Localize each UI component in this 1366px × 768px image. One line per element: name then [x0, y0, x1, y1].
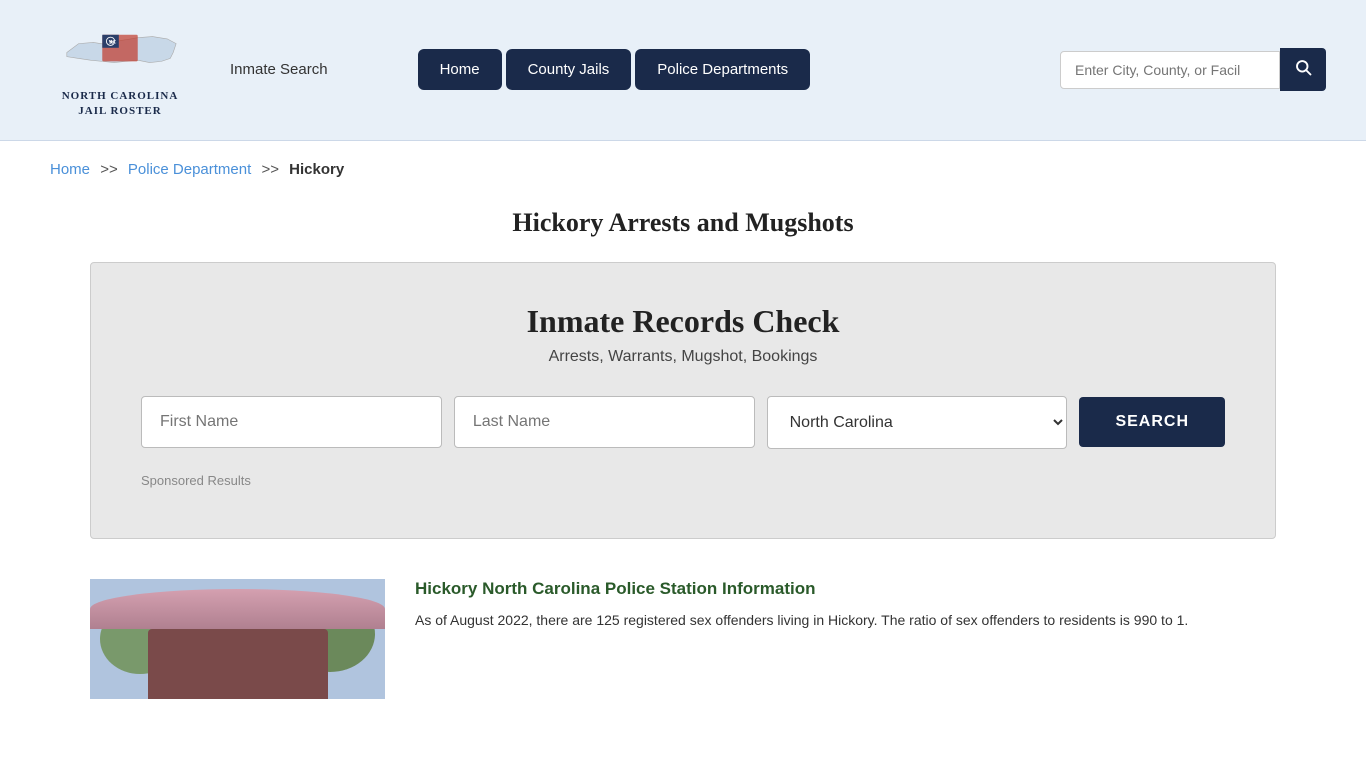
article-section: Hickory North Carolina Police Station In… — [0, 569, 1366, 729]
header-search-button[interactable] — [1280, 48, 1326, 91]
state-select[interactable]: North Carolina Alabama Alaska Arizona Ar… — [767, 396, 1068, 449]
inmate-search-link[interactable]: Inmate Search — [230, 61, 328, 78]
records-search-button[interactable]: SEARCH — [1079, 397, 1225, 447]
logo-title: NORTH CAROLINA JAIL ROSTER — [62, 89, 179, 120]
header-search-area — [1060, 48, 1326, 91]
site-header: NC NORTH CAROLINA JAIL ROSTER Inmate Sea… — [0, 0, 1366, 141]
breadcrumb-sep1: >> — [100, 161, 118, 178]
nc-map-icon: NC — [60, 20, 180, 85]
breadcrumb-current: Hickory — [289, 161, 344, 178]
records-check-title: Inmate Records Check — [141, 303, 1225, 340]
breadcrumb: Home >> Police Department >> Hickory — [0, 141, 1366, 198]
article-text: As of August 2022, there are 125 registe… — [415, 609, 1276, 631]
first-name-input[interactable] — [141, 396, 442, 448]
police-departments-nav-button[interactable]: Police Departments — [635, 49, 810, 90]
breadcrumb-home-link[interactable]: Home — [50, 161, 90, 178]
breadcrumb-police-department-link[interactable]: Police Department — [128, 161, 251, 178]
logo-area: NC NORTH CAROLINA JAIL ROSTER — [40, 20, 200, 120]
sponsored-label: Sponsored Results — [141, 473, 1225, 488]
last-name-input[interactable] — [454, 396, 755, 448]
main-nav: Home County Jails Police Departments — [418, 49, 811, 90]
search-icon — [1294, 58, 1312, 76]
article-content: Hickory North Carolina Police Station In… — [415, 579, 1276, 631]
records-check-subtitle: Arrests, Warrants, Mugshot, Bookings — [141, 348, 1225, 366]
county-jails-nav-button[interactable]: County Jails — [506, 49, 632, 90]
home-nav-button[interactable]: Home — [418, 49, 502, 90]
svg-text:NC: NC — [109, 40, 117, 46]
page-title: Hickory Arrests and Mugshots — [0, 208, 1366, 238]
breadcrumb-sep2: >> — [261, 161, 279, 178]
header-search-input[interactable] — [1060, 51, 1280, 89]
article-image-svg — [90, 579, 385, 699]
records-check-form: North Carolina Alabama Alaska Arizona Ar… — [141, 396, 1225, 449]
records-check-box: Inmate Records Check Arrests, Warrants, … — [90, 262, 1276, 539]
article-image — [90, 579, 385, 699]
article-title-link[interactable]: Hickory North Carolina Police Station In… — [415, 579, 1276, 599]
